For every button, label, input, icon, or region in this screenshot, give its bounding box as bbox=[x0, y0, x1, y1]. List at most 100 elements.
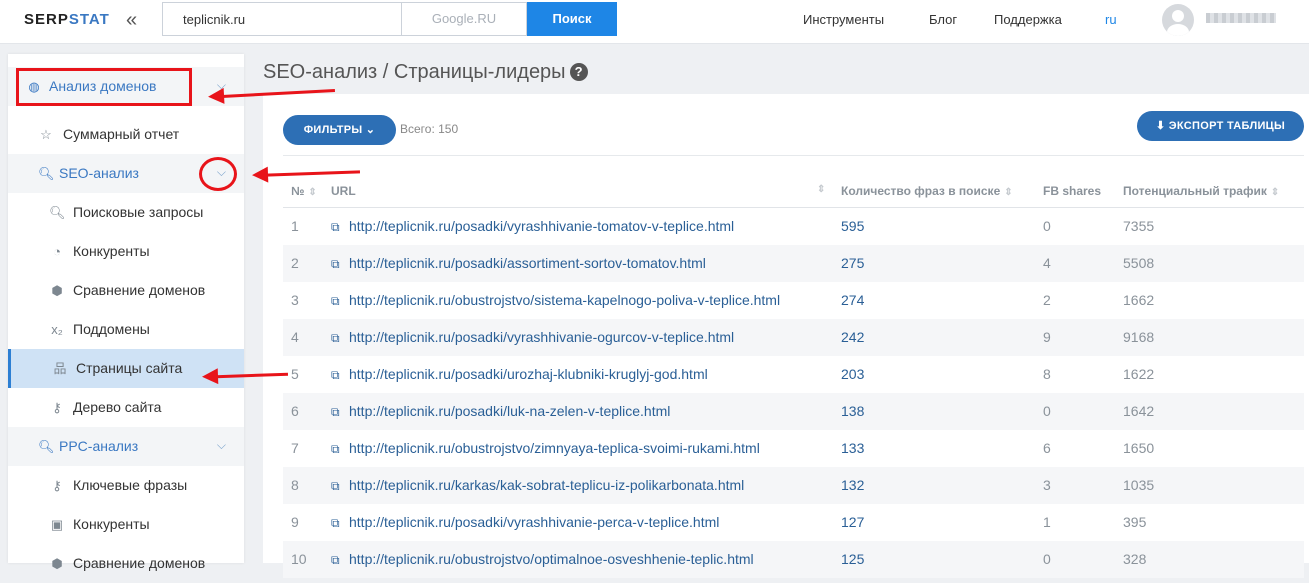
traffic-value: 1642 bbox=[1123, 403, 1155, 419]
page-url-link[interactable]: ⧉ http://teplicnik.ru/posadki/vyrashhivan… bbox=[331, 329, 734, 346]
fb-shares-value: 3 bbox=[1043, 477, 1051, 493]
nav-support[interactable]: Поддержка bbox=[994, 12, 1062, 27]
star-icon: ☆ bbox=[40, 127, 52, 142]
page-url-link[interactable]: ⧉ http://teplicnik.ru/posadki/luk-na-zele… bbox=[331, 403, 670, 420]
table-row: 2 ⧉ http://teplicnik.ru/posadki/assortimen… bbox=[283, 245, 1304, 282]
traffic-value: 395 bbox=[1123, 514, 1147, 530]
external-link-icon[interactable]: ⧉ bbox=[331, 442, 345, 457]
traffic-value: 1650 bbox=[1123, 440, 1155, 456]
database-select[interactable]: Google.RU bbox=[401, 2, 527, 36]
phrases-count-link[interactable]: 125 bbox=[841, 551, 864, 567]
page-url-link[interactable]: ⧉ http://teplicnik.ru/posadki/vyrashhivan… bbox=[331, 514, 719, 531]
username-blurred[interactable] bbox=[1206, 13, 1276, 23]
external-link-icon[interactable]: ⧉ bbox=[331, 331, 345, 346]
traffic-value: 7355 bbox=[1123, 218, 1155, 234]
row-number: 7 bbox=[291, 440, 299, 456]
sidebar-item-summary[interactable]: ☆ Суммарный отчет bbox=[8, 115, 244, 154]
page-url-link[interactable]: ⧉ http://teplicnik.ru/karkas/kak-sobrat-t… bbox=[331, 477, 744, 494]
main-panel: ФИЛЬТРЫ ⌄ Всего: 150 ⬇ ЭКСПОРТ ТАБЛИЦЫ №… bbox=[263, 94, 1309, 578]
column-header-number[interactable]: № ⇕ bbox=[291, 184, 317, 198]
fb-shares-value: 0 bbox=[1043, 403, 1051, 419]
column-header-fb-shares[interactable]: FB shares bbox=[1043, 184, 1101, 198]
row-number: 4 bbox=[291, 329, 299, 345]
external-link-icon[interactable]: ⧉ bbox=[331, 516, 345, 531]
sidebar-item-ppc-analysis[interactable]: 🔍︎ PPC-анализ ⌵ bbox=[8, 427, 244, 466]
search-button[interactable]: Поиск bbox=[527, 2, 617, 36]
fb-shares-value: 1 bbox=[1043, 514, 1051, 530]
domain-search-input[interactable]: teplicnik.ru bbox=[162, 2, 402, 36]
key-icon: ⚷ bbox=[52, 478, 62, 493]
external-link-icon[interactable]: ⧉ bbox=[331, 257, 345, 272]
external-link-icon[interactable]: ⧉ bbox=[331, 294, 345, 309]
row-number: 10 bbox=[291, 551, 307, 567]
chevron-down-icon[interactable]: ⌵ bbox=[217, 438, 226, 453]
filters-button[interactable]: ФИЛЬТРЫ ⌄ bbox=[283, 115, 396, 145]
table-row: 10 ⧉ http://teplicnik.ru/obustrojstvo/opti… bbox=[283, 541, 1304, 578]
table-row: 4 ⧉ http://teplicnik.ru/posadki/vyrashhiva… bbox=[283, 319, 1304, 356]
page-url-link[interactable]: ⧉ http://teplicnik.ru/posadki/urozhaj-klu… bbox=[331, 366, 708, 383]
page-title: SEO-анализ / Страницы-лидеры? bbox=[263, 61, 588, 84]
phrases-count-link[interactable]: 133 bbox=[841, 440, 864, 456]
serpstat-logo[interactable]: SERPSTAT bbox=[24, 11, 110, 28]
sidebar-item-search-queries[interactable]: 🔍︎ Поисковые запросы bbox=[8, 193, 244, 232]
phrases-count-link[interactable]: 138 bbox=[841, 403, 864, 419]
phrases-count-link[interactable]: 132 bbox=[841, 477, 864, 493]
page-url-link[interactable]: ⧉ http://teplicnik.ru/posadki/assortiment… bbox=[331, 255, 706, 272]
annotation-circle bbox=[199, 157, 237, 191]
phrases-count-link[interactable]: 275 bbox=[841, 255, 864, 271]
traffic-value: 328 bbox=[1123, 551, 1147, 567]
external-link-icon[interactable]: ⧉ bbox=[331, 479, 345, 494]
table-row: 9 ⧉ http://teplicnik.ru/posadki/vyrashhiva… bbox=[283, 504, 1304, 541]
external-link-icon[interactable]: ⧉ bbox=[331, 368, 345, 383]
language-switch[interactable]: ru bbox=[1105, 12, 1117, 27]
page-url-link[interactable]: ⧉ http://teplicnik.ru/obustrojstvo/optima… bbox=[331, 551, 754, 568]
fb-shares-value: 0 bbox=[1043, 218, 1051, 234]
row-number: 9 bbox=[291, 514, 299, 530]
table-row: 6 ⧉ http://teplicnik.ru/posadki/luk-na-zel… bbox=[283, 393, 1304, 430]
nav-blog[interactable]: Блог bbox=[929, 12, 957, 27]
traffic-value: 1662 bbox=[1123, 292, 1155, 308]
sidebar-item-keywords[interactable]: ⚷ Ключевые фразы bbox=[8, 466, 244, 505]
sort-icon[interactable]: ⇕ bbox=[817, 184, 825, 195]
row-number: 3 bbox=[291, 292, 299, 308]
phrases-count-link[interactable]: 595 bbox=[841, 218, 864, 234]
phrases-count-link[interactable]: 274 bbox=[841, 292, 864, 308]
double-chevron-left-icon[interactable]: « bbox=[126, 9, 137, 32]
phrases-count-link[interactable]: 203 bbox=[841, 366, 864, 382]
sidebar-item-site-tree[interactable]: ⚷ Дерево сайта bbox=[8, 388, 244, 427]
table-row: 3 ⧉ http://teplicnik.ru/obustrojstvo/siste… bbox=[283, 282, 1304, 319]
row-number: 6 bbox=[291, 403, 299, 419]
sidebar-item-domain-comparison[interactable]: ⬢ Сравнение доменов bbox=[8, 271, 244, 310]
row-number: 1 bbox=[291, 218, 299, 234]
fb-shares-value: 9 bbox=[1043, 329, 1051, 345]
avatar[interactable] bbox=[1162, 4, 1194, 36]
external-link-icon[interactable]: ⧉ bbox=[331, 220, 345, 235]
phrases-count-link[interactable]: 242 bbox=[841, 329, 864, 345]
nav-tools[interactable]: Инструменты bbox=[803, 12, 884, 27]
column-header-traffic[interactable]: Потенциальный трафик ⇕ bbox=[1123, 184, 1279, 198]
sidebar-item-ppc-domain-comparison[interactable]: ⬢ Сравнение доменов bbox=[8, 544, 244, 583]
total-count: Всего: 150 bbox=[400, 122, 459, 136]
money-icon: ▣ bbox=[50, 517, 64, 532]
sidebar-item-subdomains[interactable]: x₂ Поддомены bbox=[8, 310, 244, 349]
help-icon[interactable]: ? bbox=[569, 63, 588, 81]
sidebar-item-ppc-competitors[interactable]: ▣ Конкуренты bbox=[8, 505, 244, 544]
table-row: 5 ⧉ http://teplicnik.ru/posadki/urozhaj-kl… bbox=[283, 356, 1304, 393]
table-row: 8 ⧉ http://teplicnik.ru/karkas/kak-sobrat-… bbox=[283, 467, 1304, 504]
export-table-button[interactable]: ⬇ ЭКСПОРТ ТАБЛИЦЫ bbox=[1137, 111, 1304, 141]
key-icon: ⚷ bbox=[52, 400, 62, 415]
sidebar-item-competitors[interactable]: ◔ Конкуренты bbox=[8, 232, 244, 271]
column-header-phrases[interactable]: Количество фраз в поиске ⇕ bbox=[841, 184, 1013, 198]
search-icon: 🔍︎ bbox=[49, 205, 66, 220]
page-url-link[interactable]: ⧉ http://teplicnik.ru/obustrojstvo/zimnya… bbox=[331, 440, 760, 457]
column-header-url[interactable]: URL bbox=[331, 184, 356, 198]
external-link-icon[interactable]: ⧉ bbox=[331, 553, 345, 568]
external-link-icon[interactable]: ⧉ bbox=[331, 405, 345, 420]
traffic-value: 1622 bbox=[1123, 366, 1155, 382]
phrases-count-link[interactable]: 127 bbox=[841, 514, 864, 530]
page-url-link[interactable]: ⧉ http://teplicnik.ru/obustrojstvo/sistem… bbox=[331, 292, 780, 309]
search-icon: 🔍︎ bbox=[38, 439, 55, 454]
traffic-value: 9168 bbox=[1123, 329, 1155, 345]
page-url-link[interactable]: ⧉ http://teplicnik.ru/posadki/vyrashhivan… bbox=[331, 218, 734, 235]
cubes-icon: ⬢ bbox=[51, 283, 63, 298]
